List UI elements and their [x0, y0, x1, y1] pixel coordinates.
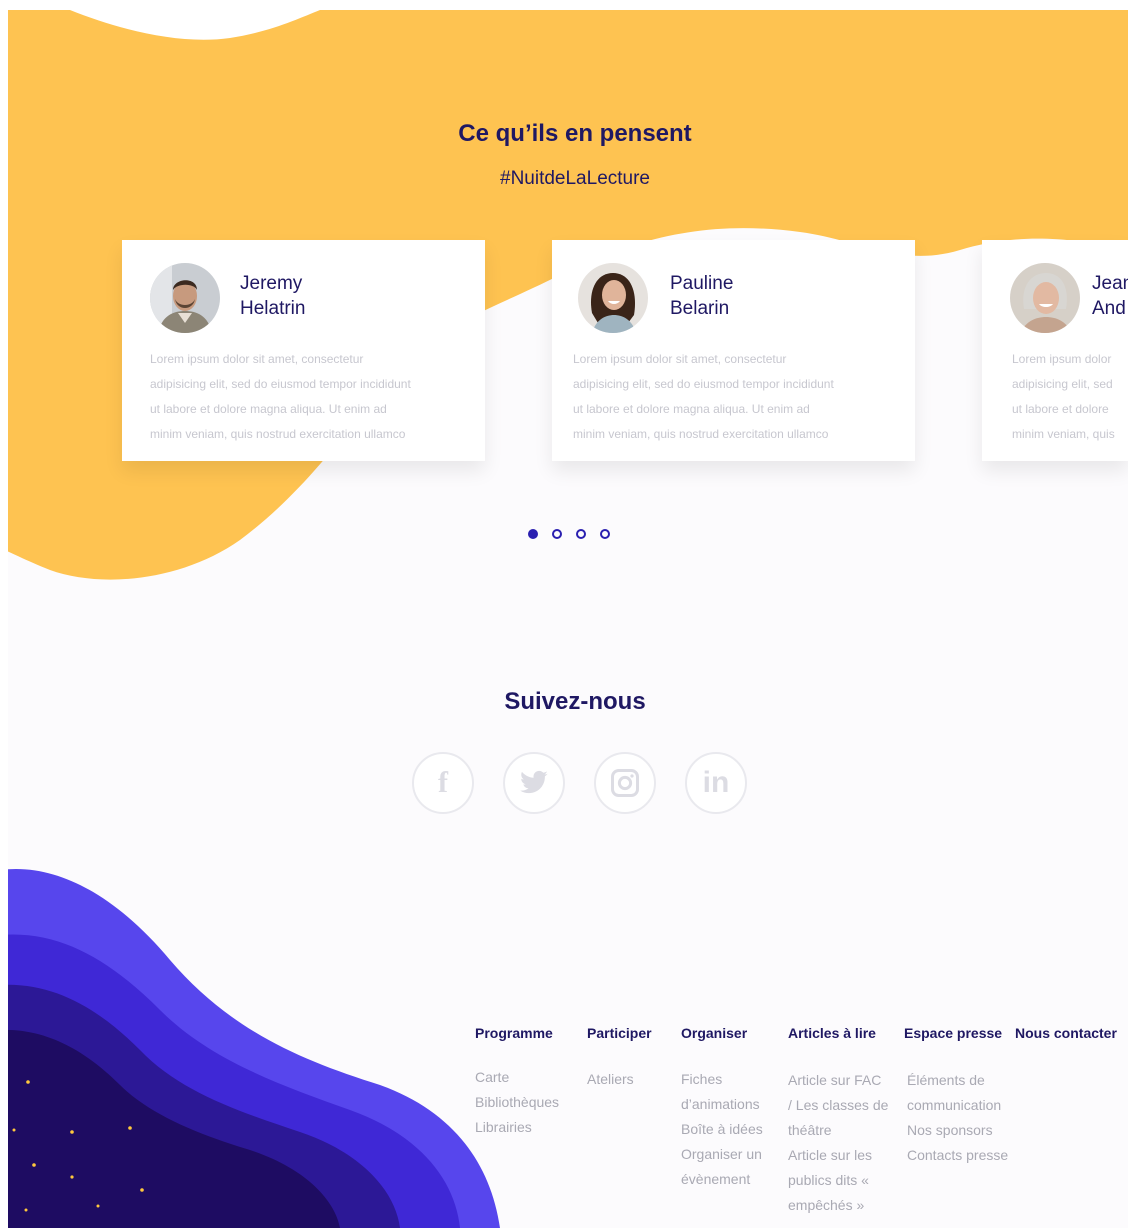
pagination-dot[interactable]: [552, 529, 562, 539]
instagram-icon[interactable]: [594, 752, 656, 814]
footer-link[interactable]: Carte: [475, 1065, 559, 1090]
footer-heading[interactable]: Articles à lire: [788, 1025, 888, 1041]
footer-heading[interactable]: Espace presse: [904, 1025, 1008, 1041]
footer-heading[interactable]: Participer: [587, 1025, 652, 1041]
footer-link[interactable]: Organiser un: [681, 1142, 763, 1167]
footer-link[interactable]: Contacts presse: [907, 1143, 1008, 1168]
footer-link[interactable]: / Les classes de: [788, 1093, 888, 1118]
footer-heading[interactable]: Nous contacter: [1015, 1025, 1117, 1041]
footer-link[interactable]: Bibliothèques: [475, 1090, 559, 1115]
footer-column-contact: Nous contacter: [1015, 1025, 1117, 1041]
avatar: [578, 263, 648, 333]
testimonial-card: Jeremy Helatrin Lorem ipsum dolor sit am…: [122, 240, 485, 461]
footer-link[interactable]: Librairies: [475, 1115, 559, 1140]
footer-link[interactable]: communication: [907, 1093, 1008, 1118]
footer-link[interactable]: publics dits «: [788, 1168, 888, 1193]
footer-link[interactable]: d’animations: [681, 1092, 763, 1117]
footer-link[interactable]: empêchés »: [788, 1193, 888, 1218]
footer-waves: [0, 868, 500, 1228]
pagination-dot[interactable]: [576, 529, 586, 539]
footer-column-articles: Articles à lire Article sur FAC / Les cl…: [788, 1025, 888, 1218]
pagination-dot[interactable]: [528, 529, 538, 539]
footer-heading[interactable]: Programme: [475, 1025, 559, 1041]
footer-link[interactable]: Article sur les: [788, 1143, 888, 1168]
carousel-pagination: [528, 529, 610, 539]
footer-link[interactable]: théâtre: [788, 1118, 888, 1143]
page: Ce qu’ils en pensent #NuitdeLaLecture Je…: [0, 0, 1128, 1228]
testimonial-card: Pauline Belarin Lorem ipsum dolor sit am…: [552, 240, 915, 461]
social-links: f in: [412, 752, 747, 814]
testimonial-name: Jean And: [1092, 273, 1128, 319]
testimonial-card: Jean And Lorem ipsum dolor adipisicing e…: [982, 240, 1128, 461]
testimonial-name: Pauline Belarin: [670, 273, 734, 319]
testimonials-title: Ce qu’ils en pensent: [458, 120, 692, 147]
footer-column-participer: Participer Ateliers: [587, 1025, 652, 1092]
footer-link[interactable]: Boîte à idées: [681, 1117, 763, 1142]
avatar: [150, 263, 220, 333]
footer-link[interactable]: Article sur FAC: [788, 1068, 888, 1093]
footer-link[interactable]: Ateliers: [587, 1067, 652, 1092]
avatar: [1010, 263, 1080, 333]
footer-heading[interactable]: Organiser: [681, 1025, 763, 1041]
follow-title: Suivez-nous: [504, 688, 646, 715]
pagination-dot[interactable]: [600, 529, 610, 539]
linkedin-icon[interactable]: in: [685, 752, 747, 814]
twitter-icon[interactable]: [503, 752, 565, 814]
testimonial-text: Lorem ipsum dolor sit amet, consectetur …: [150, 352, 411, 441]
footer-column-espace-presse: Espace presse Éléments de communication …: [904, 1025, 1008, 1168]
footer-column-programme: Programme Carte Bibliothèques Librairies: [475, 1025, 559, 1140]
top-strip: [0, 0, 1128, 10]
hashtag[interactable]: #NuitdeLaLecture: [0, 168, 1128, 190]
testimonial-text: Lorem ipsum dolor sit amet, consectetur …: [573, 352, 834, 441]
testimonial-name: Jeremy Helatrin: [240, 273, 306, 319]
footer-link[interactable]: évènement: [681, 1167, 763, 1192]
footer-link[interactable]: Fiches: [681, 1067, 763, 1092]
footer-column-organiser: Organiser Fiches d’animations Boîte à id…: [681, 1025, 763, 1192]
facebook-icon[interactable]: f: [412, 752, 474, 814]
testimonial-text: Lorem ipsum dolor adipisicing elit, sed …: [1012, 352, 1115, 441]
footer-link[interactable]: Éléments de: [907, 1068, 1008, 1093]
footer-link[interactable]: Nos sponsors: [907, 1118, 1008, 1143]
